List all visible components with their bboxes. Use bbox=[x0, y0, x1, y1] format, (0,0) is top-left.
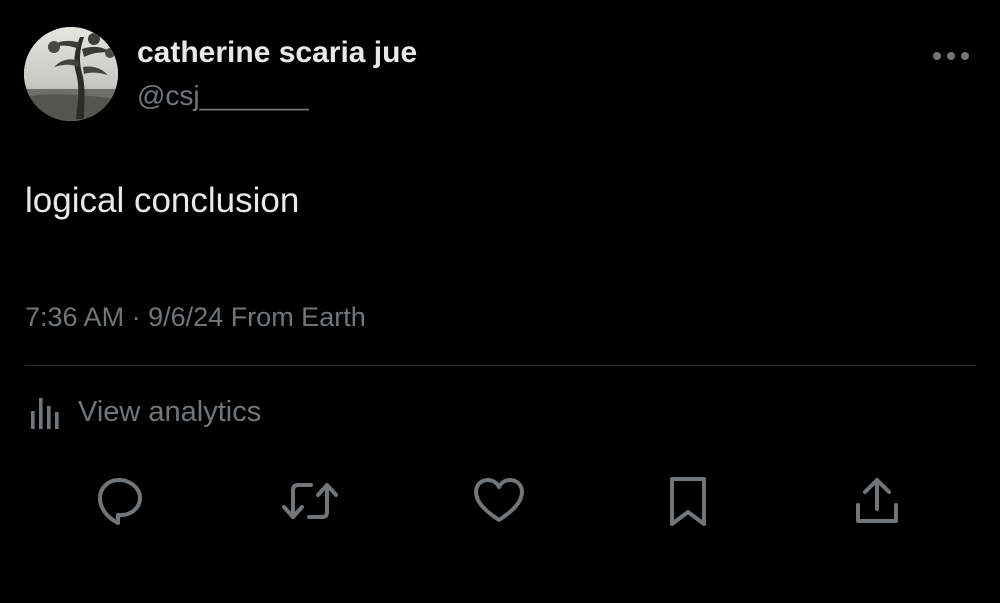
view-analytics-label: View analytics bbox=[78, 395, 262, 428]
avatar[interactable] bbox=[24, 27, 118, 121]
share-button[interactable] bbox=[848, 472, 906, 530]
heart-icon bbox=[474, 478, 524, 522]
like-button[interactable] bbox=[470, 472, 528, 530]
reply-button[interactable] bbox=[91, 472, 149, 530]
handle[interactable]: @csj_______ bbox=[137, 80, 309, 112]
share-upload-icon bbox=[856, 478, 898, 523]
speech-bubble-icon bbox=[98, 478, 142, 525]
repost-button[interactable] bbox=[281, 472, 339, 530]
tweet-text: logical conclusion bbox=[25, 181, 300, 220]
bar-chart-icon bbox=[25, 390, 65, 434]
bookmark-icon bbox=[670, 477, 706, 526]
view-analytics-link[interactable]: View analytics bbox=[25, 390, 261, 434]
display-name[interactable]: catherine scaria jue bbox=[137, 36, 417, 70]
divider bbox=[25, 365, 976, 366]
meta-separator: · bbox=[131, 302, 141, 332]
tweet-meta: 7:36 AM · 9/6/24 From Earth bbox=[25, 302, 366, 333]
more-options-button[interactable] bbox=[928, 42, 974, 70]
tweet-date[interactable]: 9/6/24 bbox=[148, 302, 223, 332]
tweet-time[interactable]: 7:36 AM bbox=[25, 302, 124, 332]
tweet-source: From Earth bbox=[230, 302, 366, 332]
ellipsis-icon bbox=[933, 52, 969, 60]
tweet-detail: catherine scaria jue @csj_______ logical… bbox=[0, 0, 1000, 603]
bookmark-button[interactable] bbox=[659, 472, 717, 530]
repost-arrows-icon bbox=[282, 483, 338, 519]
